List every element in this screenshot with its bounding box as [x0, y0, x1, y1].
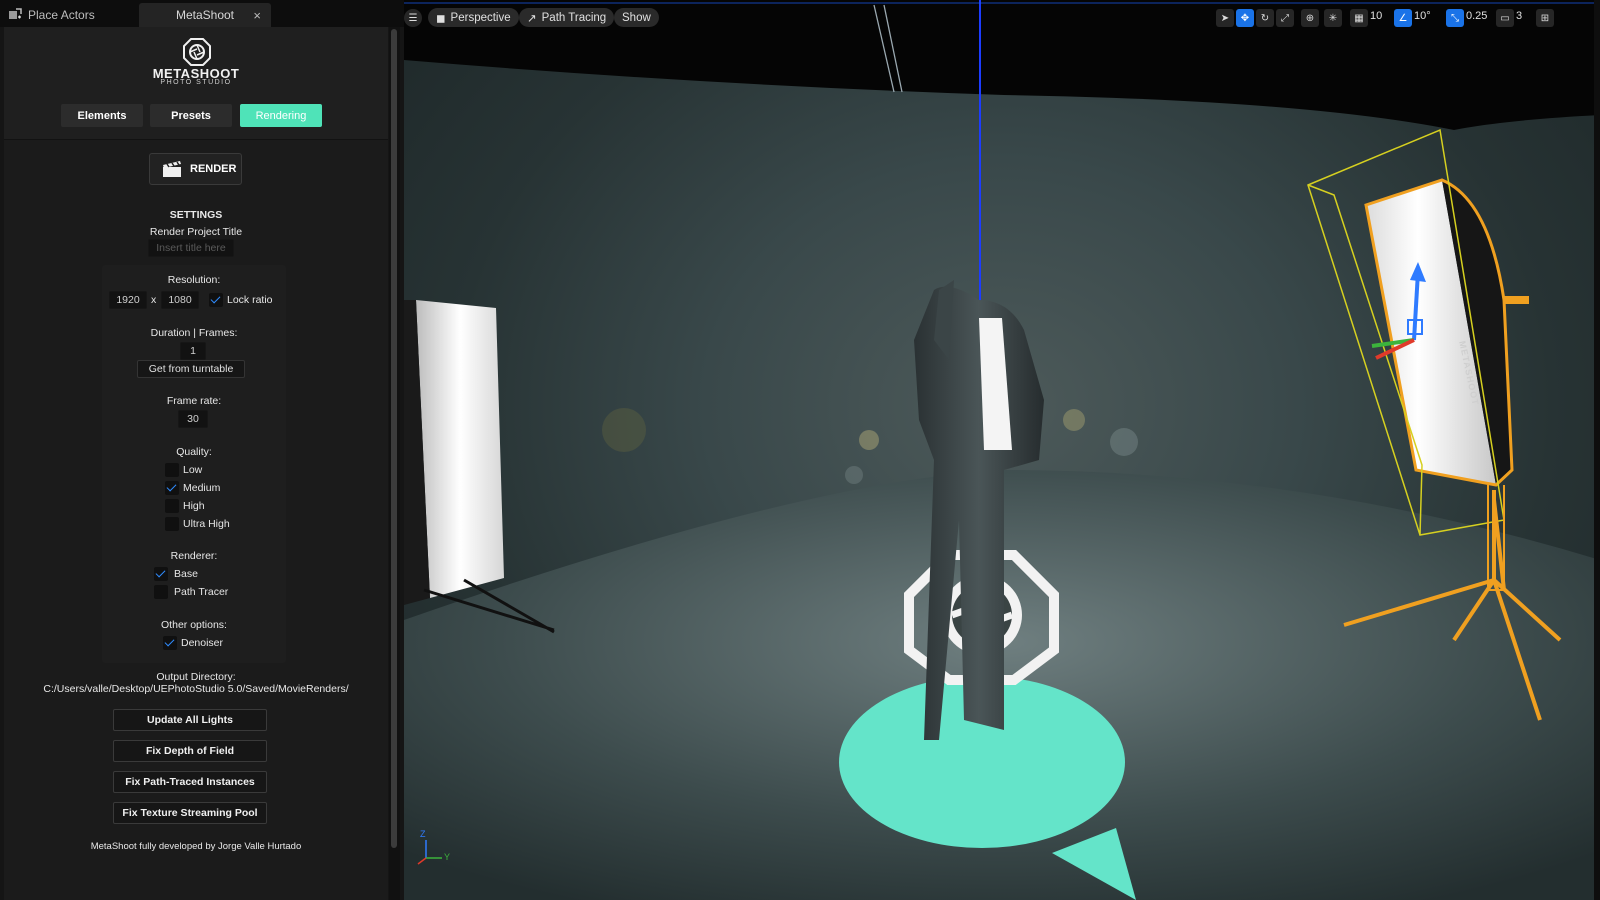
- translate-mode-icon[interactable]: ✥: [1236, 9, 1254, 27]
- update-all-lights-button[interactable]: Update All Lights: [113, 709, 267, 731]
- path-tracing-label: Path Tracing: [541, 11, 607, 24]
- tab-place-actors[interactable]: Place Actors: [4, 3, 137, 27]
- axis-y-label: Y: [444, 852, 451, 862]
- surface-snap-icon[interactable]: ✳: [1324, 9, 1342, 27]
- quality-label: Quality:: [176, 446, 212, 458]
- rotate-mode-icon[interactable]: ↻: [1256, 9, 1274, 27]
- tab-bar: Place Actors MetaShoot ×: [0, 0, 404, 27]
- viewport-right-border: [1594, 0, 1600, 900]
- metashoot-panel: Place Actors MetaShoot × METASHOOT PHOTO…: [0, 0, 404, 900]
- panel-scroll-thumb[interactable]: [391, 29, 397, 848]
- clapperboard-icon: [163, 161, 181, 177]
- resolution-height-input[interactable]: 1080: [161, 291, 199, 309]
- scale-snap-value[interactable]: 0.25: [1466, 10, 1487, 22]
- level-viewport[interactable]: METASHOOT Z Y ☰ ◼ Perspective ↗ Path Tra…: [404, 0, 1600, 900]
- presets-tab-button[interactable]: Presets: [150, 104, 232, 127]
- coordinate-space-icon[interactable]: ⊕: [1301, 9, 1319, 27]
- show-button[interactable]: Show: [614, 8, 659, 27]
- footer-credit: MetaShoot fully developed by Jorge Valle…: [90, 841, 302, 852]
- renderer-label: Renderer:: [170, 550, 218, 562]
- tab-place-actors-label: Place Actors: [28, 8, 95, 22]
- viewport-menu-icon[interactable]: ☰: [404, 9, 422, 27]
- denoiser-label: Denoiser: [181, 637, 224, 649]
- panel-content: METASHOOT PHOTO STUDIO Elements Presets …: [4, 27, 388, 900]
- tab-metashoot[interactable]: MetaShoot ×: [139, 3, 271, 27]
- get-from-turntable-button[interactable]: Get from turntable: [137, 360, 245, 378]
- fix-texture-streaming-pool-button[interactable]: Fix Texture Streaming Pool: [113, 802, 267, 824]
- quality-low-label: Low: [183, 464, 203, 476]
- render-button-label: RENDER: [190, 163, 237, 175]
- frames-input[interactable]: 1: [180, 342, 206, 360]
- show-label: Show: [622, 11, 651, 24]
- quality-low-checkbox[interactable]: [165, 463, 179, 477]
- rendering-tab-button[interactable]: Rendering: [240, 104, 322, 127]
- project-title-input[interactable]: Insert title here: [148, 239, 234, 257]
- other-options-label: Other options:: [161, 619, 227, 631]
- cube-icon: ◼: [436, 12, 446, 25]
- logo-subtitle: PHOTO STUDIO: [160, 79, 232, 86]
- perspective-label: Perspective: [450, 11, 511, 24]
- duration-label: Duration | Frames:: [150, 327, 238, 339]
- renderer-path-tracer-checkbox[interactable]: [154, 585, 168, 599]
- axis-z-label: Z: [420, 829, 426, 839]
- project-title-label: Render Project Title: [149, 226, 243, 238]
- quality-high-label: High: [183, 500, 205, 512]
- resolution-width-input[interactable]: 1920: [109, 291, 147, 309]
- rotation-snap-value[interactable]: 10°: [1414, 10, 1431, 22]
- renderer-base-label: Base: [174, 568, 198, 580]
- close-tab-icon[interactable]: ×: [253, 8, 261, 23]
- camera-speed-icon[interactable]: ▭: [1496, 9, 1514, 27]
- tab-metashoot-label: MetaShoot: [175, 8, 235, 22]
- perspective-button[interactable]: ◼ Perspective: [428, 8, 519, 27]
- denoiser-checkbox[interactable]: [163, 636, 177, 650]
- metashoot-logo-icon: [183, 38, 211, 66]
- render-settings-box: Resolution: 1920 x 1080 Lock ratio Durat…: [102, 265, 286, 663]
- render-button[interactable]: RENDER: [149, 153, 242, 185]
- quality-high-checkbox[interactable]: [165, 499, 179, 513]
- output-directory-path: C:/Users/valle/Desktop/UEPhotoStudio 5.0…: [43, 683, 349, 695]
- resolution-separator: x: [151, 294, 157, 306]
- panel-header: METASHOOT PHOTO STUDIO Elements Presets …: [4, 27, 388, 140]
- scale-snap-icon[interactable]: ⤡: [1446, 9, 1464, 27]
- viewport-toolbar: ☰ ◼ Perspective ↗ Path Tracing Show ➤ ✥ …: [404, 0, 1600, 34]
- frame-rate-label: Frame rate:: [166, 395, 222, 407]
- renderer-base-checkbox[interactable]: [154, 567, 168, 581]
- resolution-label: Resolution:: [167, 274, 221, 286]
- grid-snap-icon[interactable]: ▦: [1350, 9, 1368, 27]
- frame-rate-input[interactable]: 30: [178, 410, 208, 428]
- output-directory-label: Output Directory:: [156, 671, 236, 683]
- panel-scrollbar[interactable]: [389, 27, 400, 900]
- renderer-path-tracer-label: Path Tracer: [174, 586, 229, 598]
- quality-medium-label: Medium: [183, 482, 221, 494]
- grid-snap-value[interactable]: 10: [1370, 10, 1382, 22]
- fix-path-traced-instances-button[interactable]: Fix Path-Traced Instances: [113, 771, 267, 793]
- place-actors-icon: [9, 8, 22, 19]
- quality-ultra-high-checkbox[interactable]: [165, 517, 179, 531]
- lock-ratio-checkbox[interactable]: [209, 293, 223, 307]
- camera-speed-value[interactable]: 3: [1516, 10, 1522, 22]
- lock-ratio-label: Lock ratio: [227, 294, 273, 306]
- path-tracing-icon: ↗: [527, 12, 537, 25]
- settings-heading: SETTINGS: [169, 209, 223, 221]
- elements-tab-button[interactable]: Elements: [61, 104, 143, 127]
- path-tracing-button[interactable]: ↗ Path Tracing: [519, 8, 615, 27]
- rotation-snap-icon[interactable]: ∠: [1394, 9, 1412, 27]
- quality-medium-checkbox[interactable]: [165, 481, 179, 495]
- select-mode-icon[interactable]: ➤: [1216, 9, 1234, 27]
- scale-mode-icon[interactable]: ⤢: [1276, 9, 1294, 27]
- quality-ultra-high-label: Ultra High: [183, 518, 230, 530]
- viewport-scene: [404, 0, 1600, 900]
- viewport-layout-icon[interactable]: ⊞: [1536, 9, 1554, 27]
- fix-depth-of-field-button[interactable]: Fix Depth of Field: [113, 740, 267, 762]
